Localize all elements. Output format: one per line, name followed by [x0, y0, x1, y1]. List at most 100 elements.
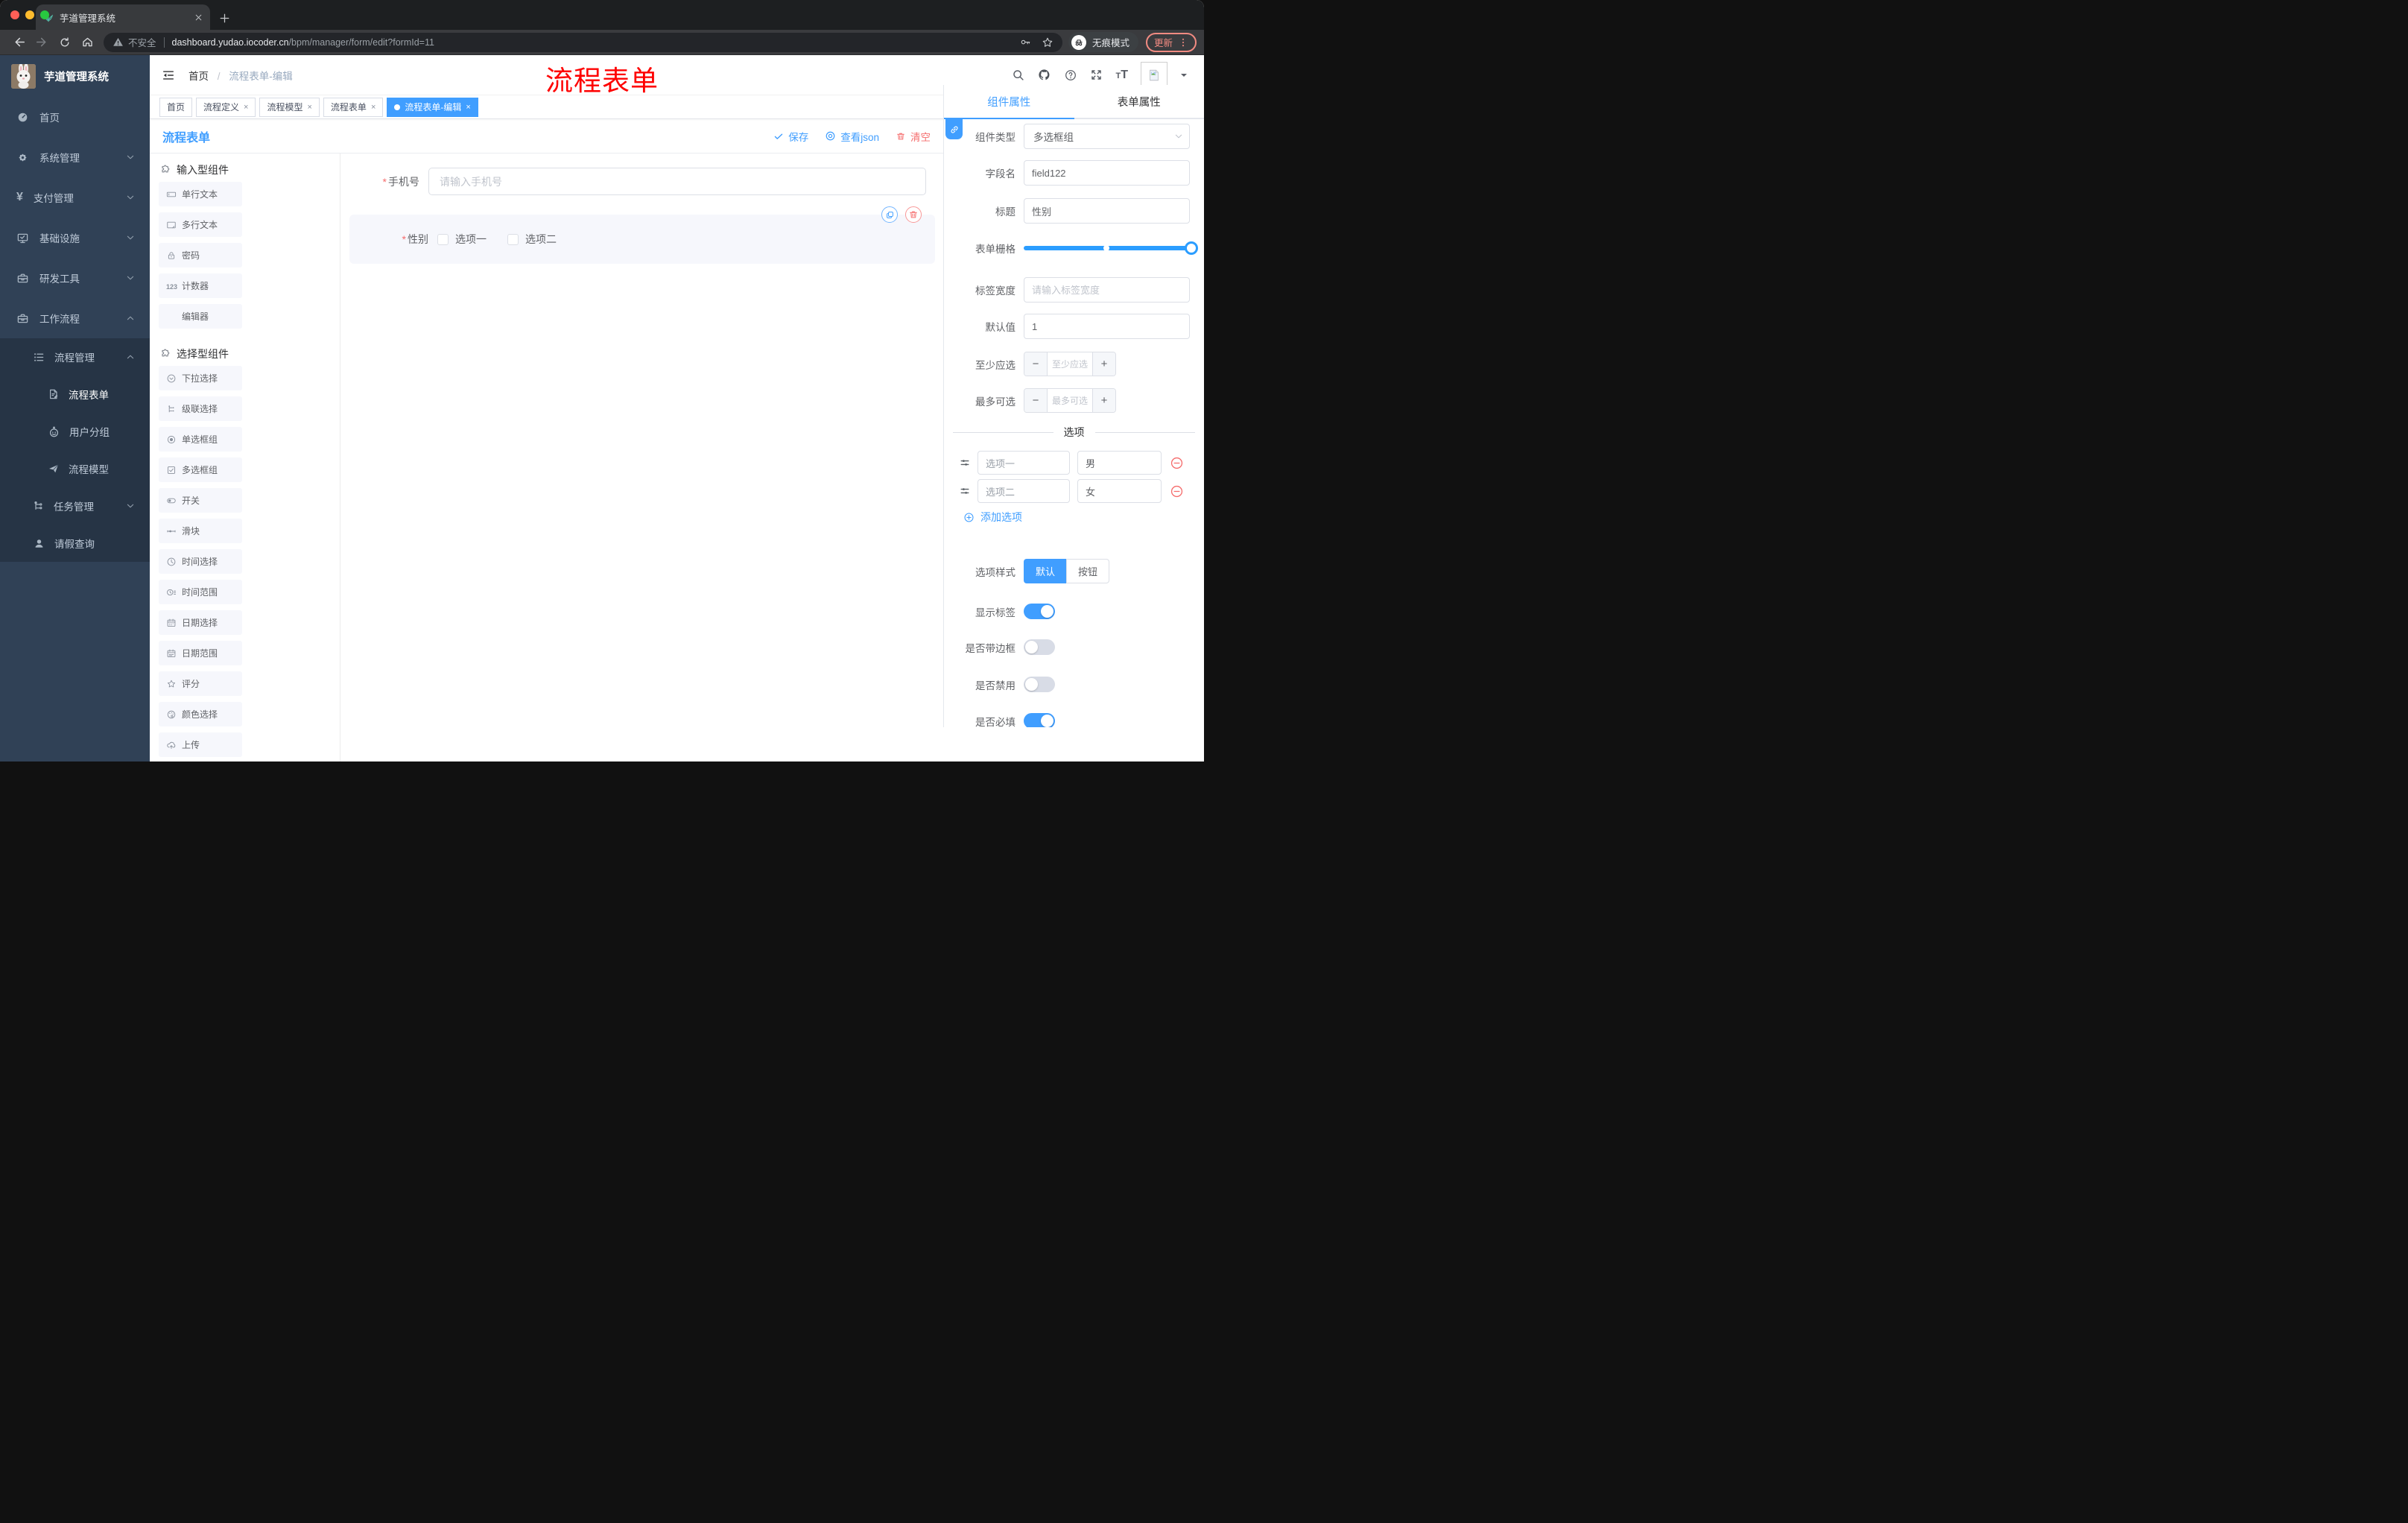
option-label-input[interactable]: 选项二 — [978, 479, 1070, 503]
sidebar-item-流程模型[interactable]: 流程模型 — [0, 450, 150, 487]
breadcrumb-home[interactable]: 首页 — [188, 71, 209, 82]
fullscreen-icon[interactable] — [1090, 69, 1103, 81]
sidebar-item-请假查询[interactable]: 请假查询 — [0, 525, 150, 562]
tag-流程定义[interactable]: 流程定义 × — [196, 97, 256, 117]
tag-流程表单-编辑[interactable]: 流程表单-编辑 × — [387, 97, 478, 117]
checkbox-icon[interactable] — [507, 233, 519, 245]
toggle-是否必填[interactable] — [1024, 713, 1055, 727]
tab-component-props[interactable]: 组件属性 — [944, 85, 1074, 119]
sidebar-item-研发工具[interactable]: 研发工具 — [0, 258, 150, 298]
component-颜色选择[interactable]: 颜色选择 — [159, 702, 242, 726]
min-select-value[interactable]: 至少应选 — [1048, 352, 1092, 376]
browser-tab[interactable]: 芋道管理系统 — [36, 4, 210, 30]
component-编辑器[interactable]: 编辑器 — [159, 304, 242, 329]
sidebar-item-支付管理[interactable]: ¥ 支付管理 — [0, 177, 150, 218]
max-select-value[interactable]: 最多可选 — [1048, 389, 1092, 412]
tag-首页[interactable]: 首页 — [159, 97, 193, 117]
toggle-是否禁用[interactable] — [1024, 677, 1055, 692]
tag-close-icon[interactable]: × — [371, 103, 376, 112]
style-option-按钮[interactable]: 按钮 — [1066, 559, 1110, 583]
zoom-window-button[interactable] — [40, 10, 49, 19]
tag-close-icon[interactable]: × — [307, 103, 311, 112]
increase-button[interactable]: + — [1092, 352, 1115, 376]
bookmark-star-icon[interactable] — [1042, 37, 1054, 48]
tag-close-icon[interactable]: × — [466, 103, 470, 112]
decrease-button[interactable]: − — [1024, 389, 1048, 412]
style-option-默认[interactable]: 默认 — [1024, 559, 1067, 583]
update-button[interactable]: 更新 — [1145, 32, 1197, 52]
phone-input[interactable]: 请输入手机号 — [428, 168, 926, 195]
new-tab-button[interactable] — [219, 13, 230, 24]
minimize-window-button[interactable] — [25, 10, 34, 19]
tag-流程表单[interactable]: 流程表单 × — [323, 97, 384, 117]
tag-流程模型[interactable]: 流程模型 × — [259, 97, 320, 117]
tab-form-props[interactable]: 表单属性 — [1074, 85, 1204, 119]
address-bar[interactable]: 不安全 dashboard.yudao.iocoder.cn /bpm/mana… — [104, 32, 1062, 52]
gender-option-选项一[interactable]: 选项一 — [437, 232, 487, 247]
component-开关[interactable]: 开关 — [159, 488, 242, 513]
close-window-button[interactable] — [10, 10, 19, 19]
clear-button[interactable]: 清空 — [896, 129, 931, 144]
duplicate-component-button[interactable] — [881, 206, 898, 223]
sidebar-item-流程表单[interactable]: 流程表单 — [0, 376, 150, 413]
collapse-sidebar-icon[interactable] — [162, 69, 175, 82]
toggle-显示标签[interactable] — [1024, 604, 1055, 619]
default-value-input[interactable] — [1024, 314, 1190, 339]
drag-handle-icon[interactable] — [959, 457, 971, 469]
component-type-select[interactable]: 多选框组 — [1024, 124, 1190, 149]
sidebar-item-基础设施[interactable]: 基础设施 — [0, 218, 150, 258]
tab-close-icon[interactable] — [194, 13, 203, 22]
delete-component-button[interactable] — [905, 206, 922, 223]
component-评分[interactable]: 评分 — [159, 671, 242, 696]
password-key-icon[interactable] — [1020, 37, 1031, 48]
sidebar-item-用户分组[interactable]: 用户分组 — [0, 413, 150, 450]
component-计数器[interactable]: 123 计数器 — [159, 273, 242, 298]
form-grid-slider[interactable] — [1024, 241, 1199, 256]
font-size-icon[interactable]: TT — [1115, 69, 1128, 82]
forward-icon[interactable] — [36, 36, 48, 48]
component-单行文本[interactable]: 单行文本 — [159, 182, 242, 206]
sidebar-item-任务管理[interactable]: 任务管理 — [0, 487, 150, 525]
browser-menu-dots-icon[interactable] — [1178, 37, 1188, 48]
view-json-button[interactable]: 查看json — [825, 129, 879, 144]
github-icon[interactable] — [1037, 68, 1051, 82]
tag-close-icon[interactable]: × — [244, 103, 248, 112]
option-value-input[interactable]: 男 — [1077, 451, 1162, 475]
component-下拉选择[interactable]: 下拉选择 — [159, 366, 242, 390]
remove-option-button[interactable] — [1170, 456, 1184, 470]
home-icon[interactable] — [81, 36, 94, 48]
sidebar-item-首页[interactable]: 首页 — [0, 97, 150, 137]
save-button[interactable]: 保存 — [773, 129, 808, 144]
component-日期范围[interactable]: 日期范围 — [159, 641, 242, 665]
data-bind-link-button[interactable] — [945, 119, 963, 139]
field-name-input[interactable] — [1024, 160, 1190, 186]
gender-option-选项二[interactable]: 选项二 — [507, 232, 557, 247]
sidebar-item-流程管理[interactable]: 流程管理 — [0, 338, 150, 376]
avatar-caret-down-icon[interactable] — [1180, 72, 1188, 79]
component-滑块[interactable]: 滑块 — [159, 519, 242, 543]
help-icon[interactable] — [1064, 69, 1077, 82]
component-时间范围[interactable]: 时间范围 — [159, 580, 242, 604]
option-label-input[interactable]: 选项一 — [978, 451, 1070, 475]
back-icon[interactable] — [13, 36, 25, 48]
option-value-input[interactable]: 女 — [1077, 479, 1162, 503]
component-上传[interactable]: 上传 — [159, 732, 242, 757]
slider-handle[interactable] — [1185, 241, 1199, 255]
label-width-input[interactable] — [1024, 277, 1190, 303]
sidebar-item-系统管理[interactable]: 系统管理 — [0, 137, 150, 177]
increase-button[interactable]: + — [1092, 389, 1115, 412]
component-时间选择[interactable]: 时间选择 — [159, 549, 242, 574]
component-密码[interactable]: 密码 — [159, 243, 242, 267]
decrease-button[interactable]: − — [1024, 352, 1048, 376]
drag-handle-icon[interactable] — [959, 485, 971, 497]
title-input[interactable] — [1024, 198, 1190, 224]
component-多行文本[interactable]: 多行文本 — [159, 212, 242, 237]
search-icon[interactable] — [1012, 69, 1024, 81]
remove-option-button[interactable] — [1170, 484, 1184, 498]
component-多选框组[interactable]: 多选框组 — [159, 457, 242, 482]
component-单选框组[interactable]: 单选框组 — [159, 427, 242, 452]
component-级联选择[interactable]: 级联选择 — [159, 396, 242, 421]
refresh-icon[interactable] — [59, 37, 71, 48]
add-option-button[interactable]: 添加选项 — [944, 510, 1204, 525]
gender-field-selected[interactable]: * 性别 选项一 选项二 — [349, 206, 935, 264]
